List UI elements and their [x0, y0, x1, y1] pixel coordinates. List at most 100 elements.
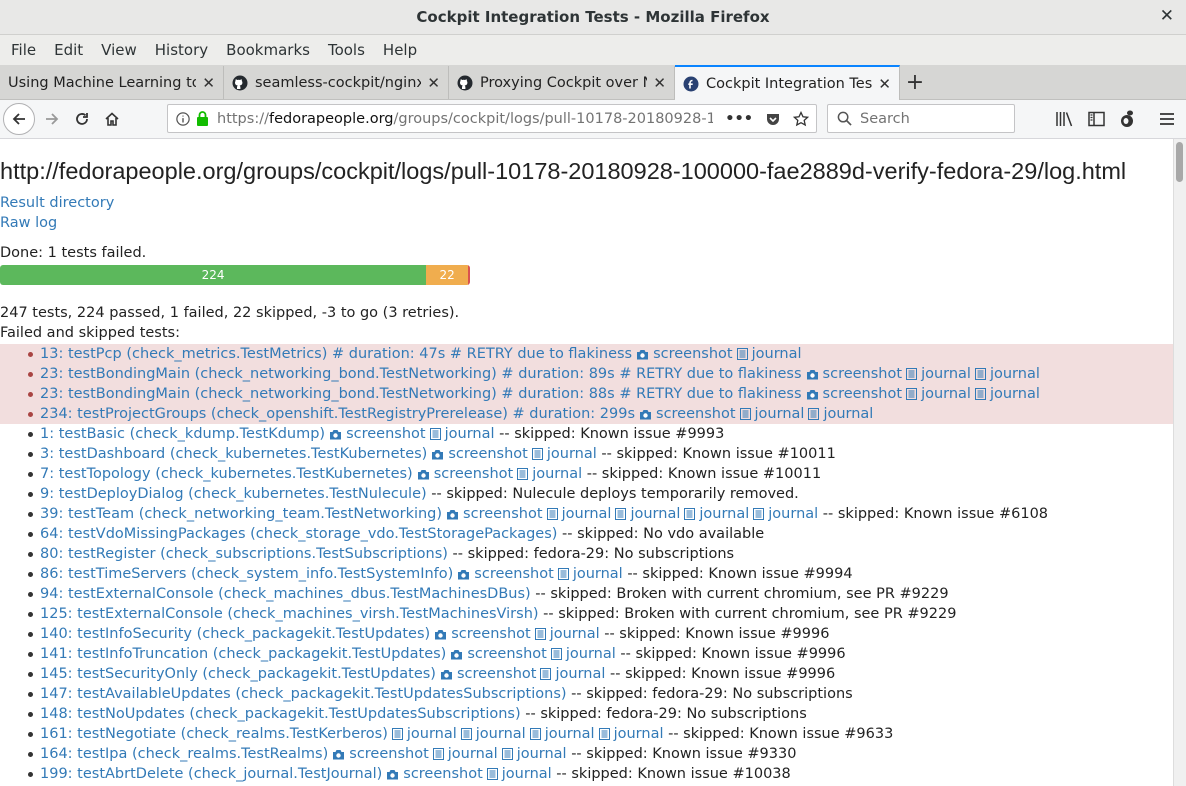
test-link[interactable]: 9: testDeployDialog (check_kubernetes.Te…	[40, 486, 427, 502]
close-tab-icon[interactable]: ✕	[653, 74, 666, 92]
raw-log-link[interactable]: Raw log	[0, 215, 57, 231]
sidebar-icon[interactable]	[1088, 111, 1105, 127]
test-link[interactable]: 64: testVdoMissingPackages (check_storag…	[40, 526, 557, 542]
screenshot-link[interactable]: screenshot	[463, 506, 543, 522]
test-link[interactable]: 94: testExternalConsole (check_machines_…	[40, 586, 531, 602]
test-link[interactable]: 7: testTopology (check_kubernetes.TestKu…	[40, 466, 413, 482]
screenshot-link[interactable]: screenshot	[448, 446, 528, 462]
test-link[interactable]: 161: testNegotiate (check_realms.TestKer…	[40, 726, 388, 742]
journal-link[interactable]: journal	[990, 366, 1040, 382]
close-window-icon[interactable]: ✕	[1160, 6, 1174, 26]
menu-bookmarks[interactable]: Bookmarks	[217, 41, 319, 59]
journal-link[interactable]: journal	[545, 726, 595, 742]
tab-proxying-cockpit[interactable]: Proxying Cockpit over NGI ✕	[449, 66, 675, 99]
pocket-icon[interactable]	[765, 111, 781, 127]
journal-link[interactable]: journal	[562, 506, 612, 522]
test-link[interactable]: 140: testInfoSecurity (check_packagekit.…	[40, 626, 430, 642]
test-link[interactable]: 145: testSecurityOnly (check_packagekit.…	[40, 666, 436, 682]
test-link[interactable]: 234: testProjectGroups (check_openshift.…	[40, 406, 635, 422]
journal-link[interactable]: journal	[566, 646, 616, 662]
home-button[interactable]	[97, 104, 127, 134]
menu-edit[interactable]: Edit	[45, 41, 92, 59]
tab-seamless-cockpit[interactable]: seamless-cockpit/nginx.co ✕	[224, 66, 449, 99]
screenshot-link[interactable]: screenshot	[451, 626, 531, 642]
screenshot-link[interactable]: screenshot	[653, 346, 733, 362]
test-link[interactable]: 23: testBondingMain (check_networking_bo…	[40, 386, 802, 402]
journal-link[interactable]: journal	[445, 426, 495, 442]
journal-link[interactable]: journal	[768, 506, 818, 522]
scrollbar-thumb[interactable]	[1176, 142, 1183, 182]
menu-history[interactable]: History	[146, 41, 217, 59]
page-actions-icon[interactable]: •••	[725, 111, 753, 127]
test-link[interactable]: 148: testNoUpdates (check_packagekit.Tes…	[40, 706, 521, 722]
forward-button[interactable]	[37, 104, 67, 134]
screenshot-link[interactable]: screenshot	[403, 766, 483, 782]
journal-link[interactable]: journal	[448, 746, 498, 762]
library-icon[interactable]	[1056, 111, 1073, 127]
journal-link[interactable]: journal	[547, 446, 597, 462]
vertical-scrollbar[interactable]	[1173, 139, 1186, 786]
screenshot-link[interactable]: screenshot	[467, 646, 547, 662]
back-button[interactable]	[3, 103, 35, 135]
tab-machine-learning[interactable]: Using Machine Learning to fin ✕	[0, 66, 224, 99]
screenshot-link[interactable]: screenshot	[457, 666, 537, 682]
test-link[interactable]: 86: testTimeServers (check_system_info.T…	[40, 566, 453, 582]
test-link[interactable]: 3: testDashboard (check_kubernetes.TestK…	[40, 446, 427, 462]
bookmark-star-icon[interactable]	[793, 110, 809, 127]
test-link[interactable]: 199: testAbrtDelete (check_journal.TestJ…	[40, 766, 382, 782]
journal-link[interactable]: journal	[517, 746, 567, 762]
screenshot-link[interactable]: screenshot	[349, 746, 429, 762]
new-tab-button[interactable]: +	[900, 66, 930, 99]
url-bar[interactable]: https://fedorapeople.org/groups/cockpit/…	[167, 104, 817, 133]
journal-icon	[531, 446, 543, 466]
result-directory-link[interactable]: Result directory	[0, 195, 114, 211]
gnome-extension-icon[interactable]	[1119, 110, 1136, 128]
test-link[interactable]: 39: testTeam (check_networking_team.Test…	[40, 506, 442, 522]
close-tab-icon[interactable]: ✕	[202, 74, 215, 92]
journal-link[interactable]: journal	[921, 366, 971, 382]
test-link[interactable]: 1: testBasic (check_kdump.TestKdump)	[40, 426, 325, 442]
journal-link[interactable]: journal	[502, 766, 552, 782]
journal-link[interactable]: journal	[823, 406, 873, 422]
screenshot-link[interactable]: screenshot	[346, 426, 426, 442]
search-input[interactable]: Search	[860, 111, 910, 127]
test-link[interactable]: 147: testAvailableUpdates (check_package…	[40, 686, 567, 702]
journal-link[interactable]: journal	[755, 406, 805, 422]
journal-link[interactable]: journal	[532, 466, 582, 482]
info-icon[interactable]	[176, 111, 190, 126]
reload-button[interactable]	[67, 104, 97, 134]
journal-link[interactable]: journal	[614, 726, 664, 742]
screenshot-link[interactable]: screenshot	[434, 466, 514, 482]
test-link[interactable]: 80: testRegister (check_subscriptions.Te…	[40, 546, 448, 562]
hamburger-menu-icon[interactable]	[1159, 111, 1175, 127]
journal-link[interactable]: journal	[550, 626, 600, 642]
menu-view[interactable]: View	[92, 41, 146, 59]
screenshot-link[interactable]: screenshot	[823, 366, 903, 382]
menu-file[interactable]: File	[2, 41, 45, 59]
journal-link[interactable]: journal	[699, 506, 749, 522]
menu-help[interactable]: Help	[374, 41, 426, 59]
close-tab-icon[interactable]: ✕	[878, 75, 891, 93]
journal-link[interactable]: journal	[573, 566, 623, 582]
journal-link[interactable]: journal	[407, 726, 457, 742]
journal-link[interactable]: journal	[476, 726, 526, 742]
journal-link[interactable]: journal	[630, 506, 680, 522]
test-link[interactable]: 23: testBondingMain (check_networking_bo…	[40, 366, 802, 382]
tab-cockpit-integration-tests[interactable]: Cockpit Integration Tests ✕	[675, 65, 900, 100]
test-link[interactable]: 13: testPcp (check_metrics.TestMetrics) …	[40, 346, 632, 362]
close-tab-icon[interactable]: ✕	[427, 74, 440, 92]
journal-link[interactable]: journal	[921, 386, 971, 402]
lock-icon[interactable]	[196, 111, 209, 126]
screenshot-link[interactable]: screenshot	[656, 406, 736, 422]
screenshot-link[interactable]: screenshot	[474, 566, 554, 582]
menu-tools[interactable]: Tools	[319, 41, 374, 59]
screenshot-link[interactable]: screenshot	[823, 386, 903, 402]
test-link[interactable]: 125: testExternalConsole (check_machines…	[40, 606, 539, 622]
test-link[interactable]: 164: testIpa (check_realms.TestRealms)	[40, 746, 328, 762]
test-link[interactable]: 141: testInfoTruncation (check_packageki…	[40, 646, 446, 662]
journal-link[interactable]: journal	[752, 346, 802, 362]
journal-link[interactable]: journal	[990, 386, 1040, 402]
skipped-test-row: 140: testInfoSecurity (check_packagekit.…	[0, 624, 1174, 644]
search-bar[interactable]: Search	[827, 104, 1015, 133]
journal-link[interactable]: journal	[555, 666, 605, 682]
